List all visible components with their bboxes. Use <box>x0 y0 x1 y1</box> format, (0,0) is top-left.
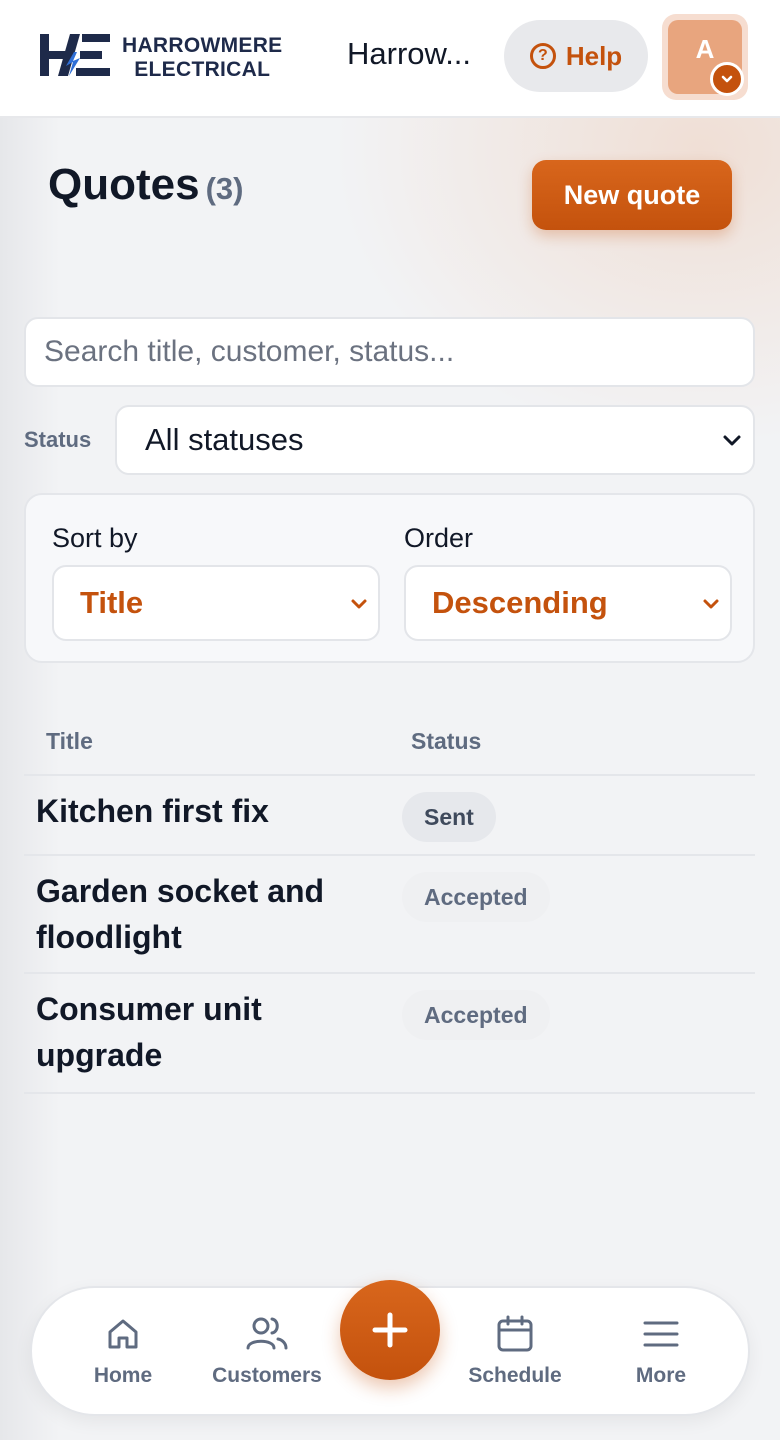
nav-item-schedule[interactable]: Schedule <box>450 1314 580 1394</box>
help-button[interactable]: ? Help <box>504 20 648 92</box>
nav-label: Home <box>93 1364 153 1387</box>
logo-mark-icon <box>40 34 110 76</box>
brand-logo[interactable]: HARROWMERE ELECTRICAL <box>40 30 310 82</box>
column-header-status[interactable]: Status <box>411 728 481 755</box>
status-filter-label: Status <box>24 427 92 452</box>
plus-icon <box>372 1312 408 1348</box>
nav-item-customers[interactable]: Customers <box>202 1314 332 1394</box>
nav-item-more[interactable]: More <box>596 1314 726 1394</box>
order-label: Order <box>404 523 474 553</box>
logo-line-1: HARROWMERE <box>122 34 283 57</box>
sort-panel: Sort by Order Title Descending <box>24 493 755 663</box>
order-value: Descending <box>432 585 608 620</box>
organization-name[interactable]: Harrow... <box>347 36 471 72</box>
sort-by-value: Title <box>80 585 144 620</box>
table-divider <box>24 1092 755 1094</box>
nav-label: Customers <box>212 1364 322 1387</box>
chevron-down-icon <box>710 62 744 96</box>
nav-item-home[interactable]: Home <box>58 1314 188 1394</box>
column-header-title[interactable]: Title <box>46 728 93 755</box>
sort-by-label: Sort by <box>52 523 138 553</box>
page-title-text: Quotes <box>48 160 200 209</box>
logo-line-2: ELECTRICAL <box>134 58 271 81</box>
nav-label: Schedule <box>468 1364 562 1387</box>
status-filter-value: All statuses <box>145 422 304 457</box>
users-icon <box>246 1317 288 1350</box>
status-filter-select[interactable]: All statuses <box>115 405 755 475</box>
help-label: Help <box>565 40 623 71</box>
status-badge: Accepted <box>402 872 550 922</box>
app-header: HARROWMERE ELECTRICAL Harrow... ? Help A <box>0 0 780 118</box>
table-row[interactable]: Consumer unit upgrade Accepted <box>24 972 755 1092</box>
search-input[interactable] <box>24 317 755 387</box>
help-circle-icon: ? <box>529 43 556 69</box>
menu-icon <box>643 1321 679 1347</box>
account-menu-button[interactable]: A <box>662 14 748 100</box>
status-badge: Sent <box>402 792 496 842</box>
calendar-icon <box>497 1315 533 1352</box>
table-row[interactable]: Garden socket and floodlight Accepted <box>24 854 755 974</box>
quote-count: (3) <box>205 171 244 206</box>
nav-label: More <box>635 1364 687 1387</box>
home-icon <box>108 1319 138 1349</box>
logo-wordmark: HARROWMERE ELECTRICAL <box>122 34 283 82</box>
sort-by-select[interactable]: Title <box>52 565 380 641</box>
chevron-down-icon <box>351 599 367 609</box>
new-quote-button[interactable]: New quote <box>532 160 732 230</box>
chevron-down-icon <box>723 435 741 446</box>
quote-title[interactable]: Kitchen first fix <box>36 788 376 834</box>
table-row[interactable]: Kitchen first fix Sent <box>24 774 755 856</box>
chevron-down-icon <box>703 599 719 609</box>
quote-title[interactable]: Consumer unit upgrade <box>36 986 376 1078</box>
status-badge: Accepted <box>402 990 550 1040</box>
quote-title[interactable]: Garden socket and floodlight <box>36 868 376 960</box>
page-title: Quotes (3) <box>48 160 243 210</box>
create-action-button[interactable] <box>340 1280 440 1380</box>
order-select[interactable]: Descending <box>404 565 732 641</box>
